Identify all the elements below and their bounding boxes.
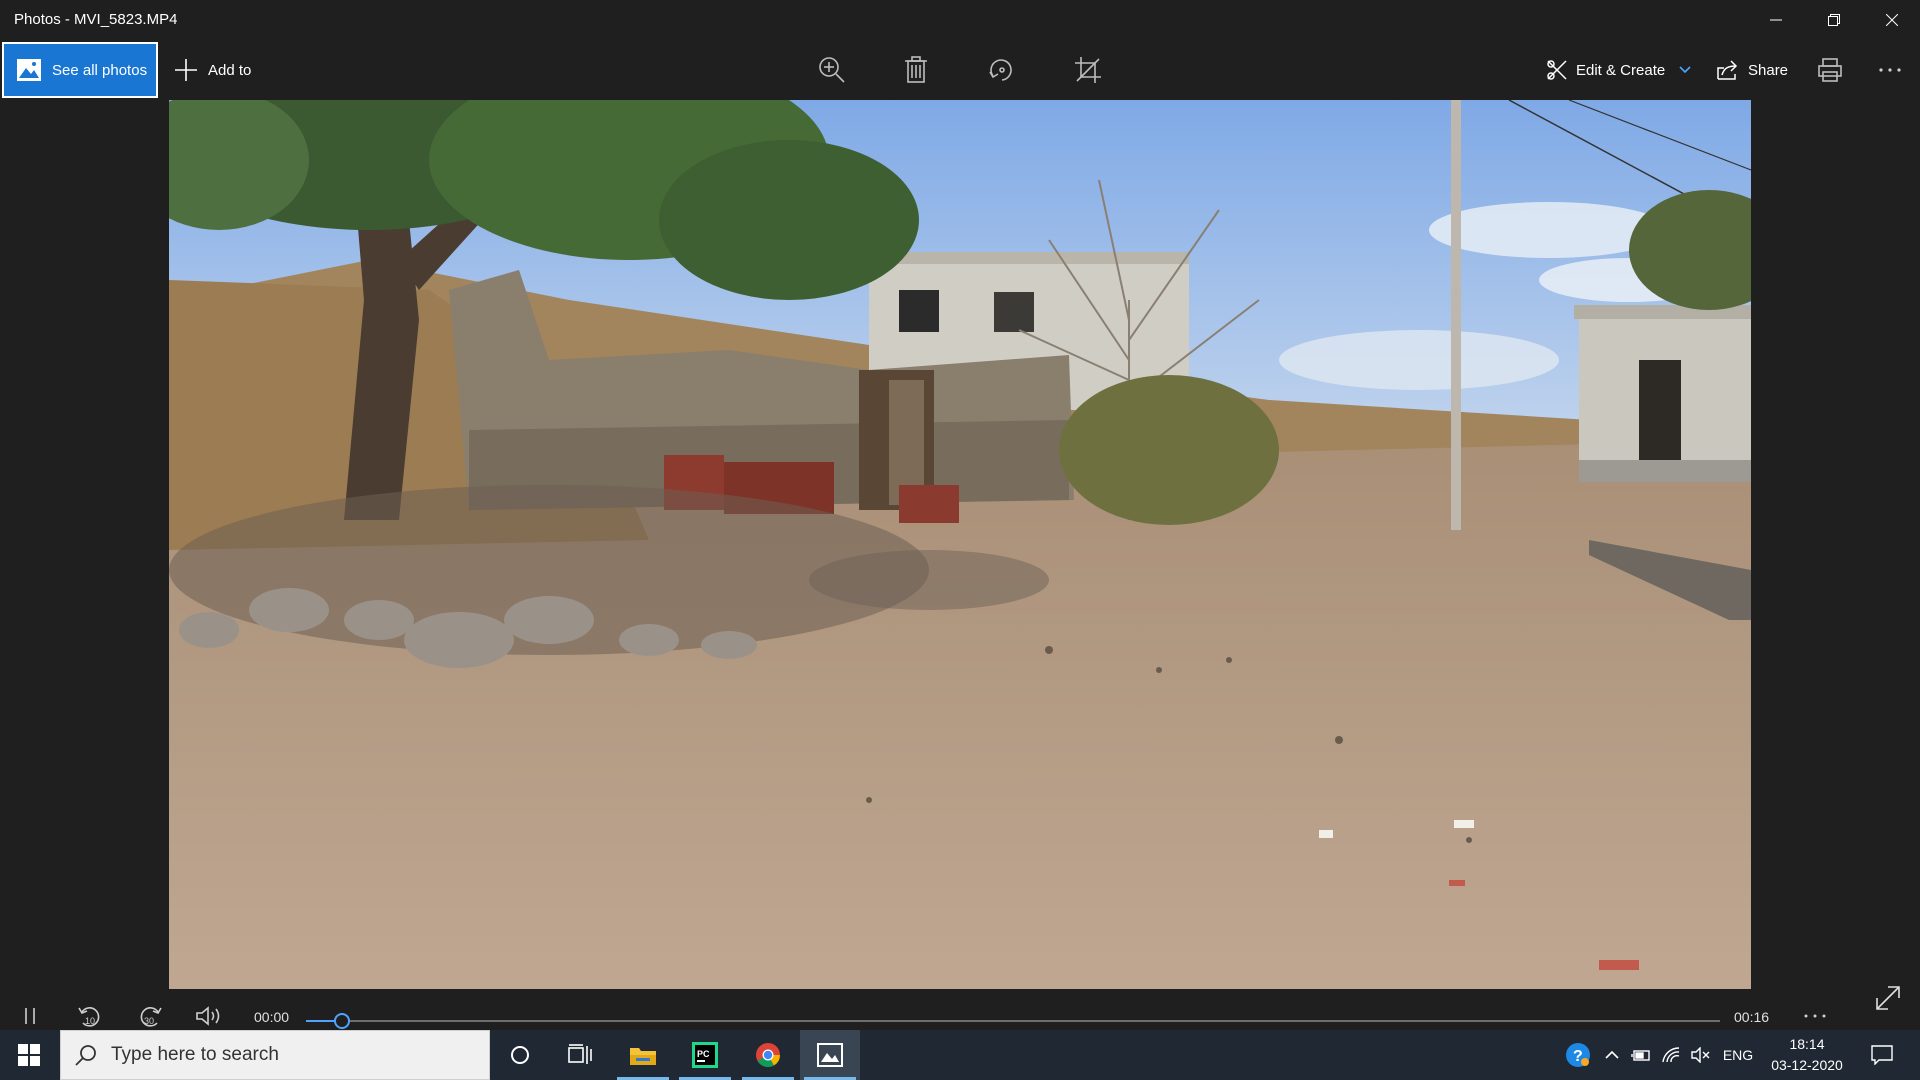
- network-tray-button[interactable]: [1658, 1030, 1684, 1080]
- skip-forward-icon: 30: [140, 1007, 162, 1027]
- rotate-button[interactable]: [982, 52, 1022, 88]
- skip-back-icon: 10: [78, 1007, 100, 1027]
- seek-bar[interactable]: [306, 1013, 1720, 1029]
- pause-button[interactable]: [18, 1004, 42, 1028]
- edit-create-icon: [1547, 60, 1567, 80]
- language-indicator[interactable]: ENG: [1718, 1030, 1758, 1080]
- battery-icon: [1631, 1050, 1650, 1061]
- task-view-button[interactable]: [550, 1030, 610, 1080]
- skip-forward-seconds: 30: [144, 1016, 154, 1026]
- clock-time: 18:14: [1789, 1036, 1825, 1052]
- video-still: [169, 100, 1751, 989]
- edit-create-label: Edit & Create: [1576, 61, 1666, 79]
- cortana-icon: [511, 1046, 529, 1064]
- battery-tray-button[interactable]: [1628, 1030, 1654, 1080]
- seek-thumb[interactable]: [334, 1013, 350, 1029]
- chrome-button[interactable]: [738, 1030, 798, 1080]
- crop-button[interactable]: [1068, 52, 1108, 88]
- window-title: Photos - MVI_5823.MP4: [14, 11, 178, 28]
- show-hidden-icons-button[interactable]: [1600, 1030, 1624, 1080]
- share-icon: [1717, 60, 1738, 80]
- task-view-icon: [568, 1044, 592, 1064]
- print-button[interactable]: [1810, 52, 1850, 88]
- start-button[interactable]: [0, 1030, 58, 1080]
- more-options-button[interactable]: [1870, 52, 1910, 88]
- volume-icon: [196, 1006, 220, 1026]
- search-icon: [75, 1045, 96, 1066]
- seek-bar-progress: [306, 1020, 334, 1022]
- print-icon: [1818, 58, 1842, 82]
- pycharm-button[interactable]: PC: [675, 1030, 735, 1080]
- chevron-up-icon: [1605, 1050, 1619, 1059]
- minimize-button[interactable]: [1748, 0, 1804, 40]
- close-button[interactable]: [1864, 0, 1920, 40]
- player-controls: 10 30 00:00 00:16: [0, 1004, 1920, 1029]
- current-time: 00:00: [254, 1009, 290, 1025]
- notification-icon: [1871, 1045, 1893, 1065]
- file-explorer-button[interactable]: [613, 1030, 673, 1080]
- share-label: Share: [1748, 61, 1789, 79]
- clock-date: 03-12-2020: [1771, 1057, 1843, 1073]
- taskbar-search[interactable]: Type here to search: [60, 1030, 490, 1080]
- minimize-icon: [1770, 19, 1782, 21]
- title-bar: Photos - MVI_5823.MP4: [0, 0, 1920, 40]
- add-to-button[interactable]: Add to: [174, 52, 251, 88]
- wifi-icon: [1662, 1047, 1680, 1063]
- viewer-stage: [0, 100, 1920, 1000]
- app-toolbar: See all photos Add to Edit & Create Shar…: [0, 40, 1920, 100]
- restore-button[interactable]: [1806, 0, 1862, 40]
- plus-icon: [175, 59, 197, 81]
- chevron-down-icon: [1679, 66, 1691, 74]
- volume-tray-button[interactable]: [1688, 1030, 1714, 1080]
- photos-icon: [17, 59, 41, 81]
- search-placeholder: Type here to search: [111, 1044, 279, 1065]
- taskbar-clock[interactable]: 18:14 03-12-2020: [1760, 1034, 1854, 1076]
- close-icon: [1886, 14, 1898, 26]
- more-icon: [1879, 68, 1901, 72]
- help-tray-button[interactable]: ?: [1560, 1030, 1596, 1080]
- restore-icon: [1828, 14, 1840, 26]
- see-all-photos-button[interactable]: See all photos: [2, 42, 158, 98]
- volume-muted-icon: [1691, 1047, 1710, 1063]
- skip-back-button[interactable]: 10: [76, 1004, 104, 1028]
- add-to-label: Add to: [208, 61, 252, 79]
- zoom-icon: [819, 57, 845, 83]
- share-button[interactable]: Share: [1716, 52, 1788, 88]
- svg-text:PC: PC: [697, 1049, 710, 1059]
- file-explorer-icon: [630, 1048, 656, 1065]
- delete-button[interactable]: [896, 52, 936, 88]
- skip-forward-button[interactable]: 30: [136, 1004, 164, 1028]
- pause-icon: [25, 1008, 35, 1024]
- rotate-icon: [989, 59, 1012, 81]
- help-icon: ?: [1566, 1043, 1590, 1067]
- player-more-button[interactable]: [1800, 1004, 1830, 1028]
- chrome-icon: [756, 1043, 780, 1068]
- duration: 00:16: [1734, 1009, 1770, 1025]
- action-center-button[interactable]: [1862, 1030, 1902, 1080]
- photos-icon: [817, 1043, 843, 1067]
- volume-button[interactable]: [194, 1004, 226, 1028]
- see-all-photos-label: See all photos: [52, 61, 148, 79]
- pycharm-icon: PC: [692, 1042, 718, 1068]
- edit-create-button[interactable]: Edit & Create: [1546, 52, 1691, 88]
- video-frame[interactable]: [169, 100, 1751, 989]
- photos-app-button[interactable]: [800, 1030, 860, 1080]
- more-icon: [1804, 1014, 1826, 1018]
- cortana-button[interactable]: [490, 1030, 550, 1080]
- zoom-button[interactable]: [812, 52, 852, 88]
- skip-back-seconds: 10: [85, 1016, 95, 1026]
- taskbar: Type here to search PC ? ENG 18:14 03-12…: [0, 1030, 1920, 1080]
- crop-icon: [1075, 57, 1101, 83]
- windows-icon: [18, 1044, 40, 1066]
- delete-icon: [905, 56, 927, 83]
